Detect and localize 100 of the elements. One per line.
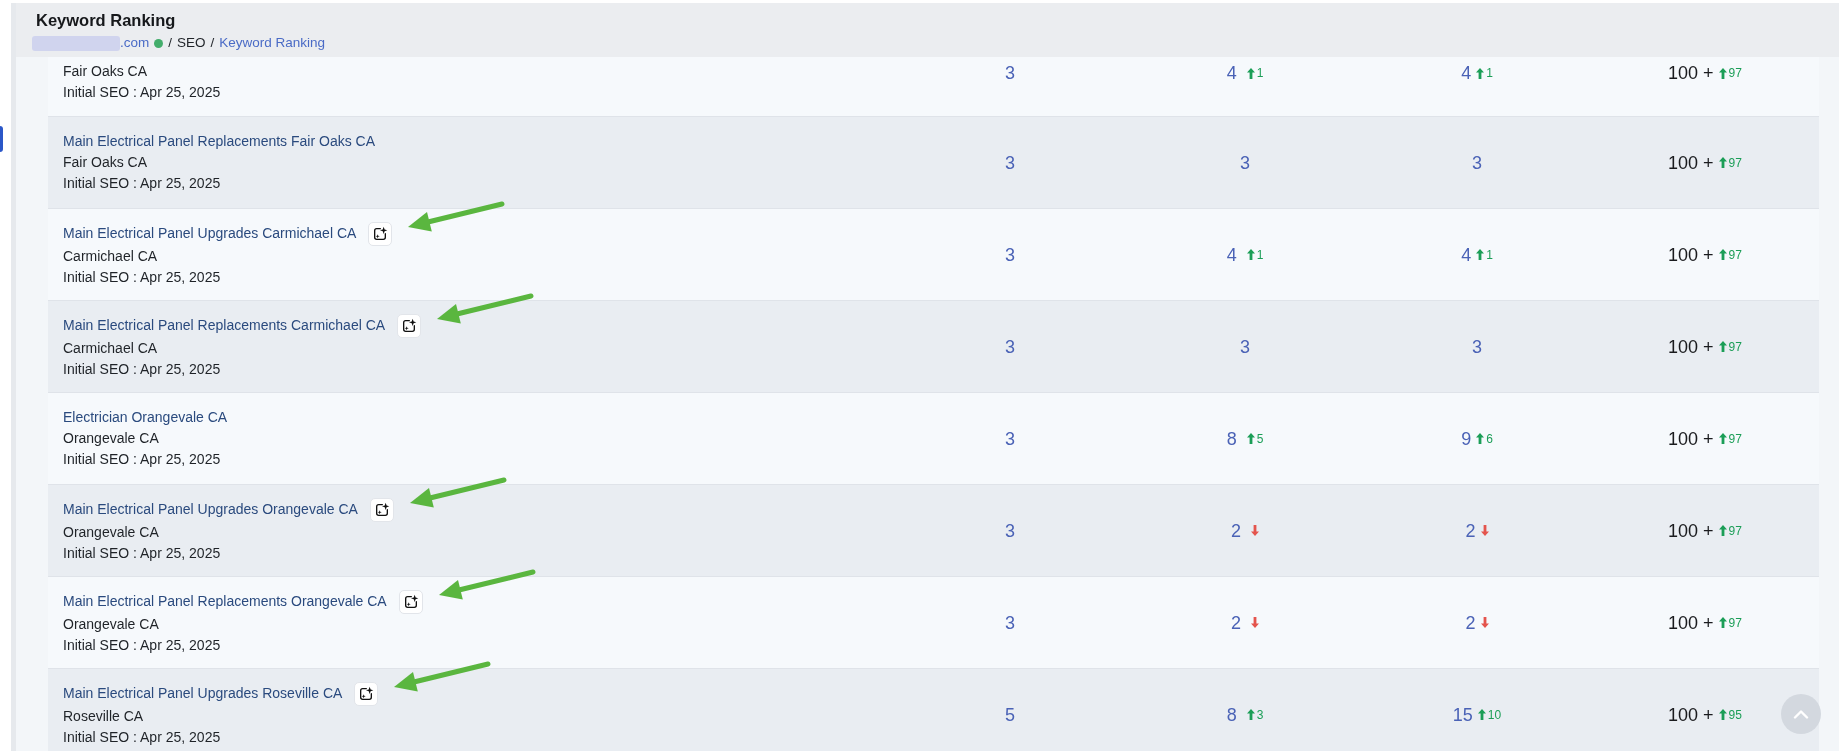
rank-value: 3 xyxy=(1005,427,1015,451)
rank-change: 6 xyxy=(1486,431,1493,446)
rank-change: 97 xyxy=(1728,155,1742,170)
rank-value: 100 + xyxy=(1668,427,1714,451)
rank-value: 15 xyxy=(1452,703,1473,727)
rank-change: 97 xyxy=(1728,339,1742,354)
rank-value: 2 xyxy=(1231,611,1241,635)
rank-value: 3 xyxy=(1005,62,1015,85)
keyword-link[interactable]: Main Electrical Panel Replacements Orangevale CA xyxy=(63,591,387,612)
rank-value: 4 xyxy=(1461,62,1472,85)
breadcrumb-separator: / xyxy=(210,34,215,52)
rank-value: 100 + xyxy=(1668,703,1714,727)
arrow-up-icon xyxy=(1718,67,1727,79)
ai-sparkle-button[interactable] xyxy=(397,313,422,338)
rank-change: 1 xyxy=(1486,247,1493,262)
arrow-up-icon xyxy=(1718,617,1727,628)
arrow-up-icon xyxy=(1246,709,1255,720)
arrow-up-icon xyxy=(1718,709,1727,720)
arrow-down-icon xyxy=(1480,525,1489,536)
initial-seo-date: Initial SEO : Apr 25, 2025 xyxy=(63,267,222,287)
keyword-link[interactable]: Main Electrical Panel Upgrades Orangevale CA xyxy=(63,499,358,520)
initial-seo-date: Initial SEO : Apr 25, 2025 xyxy=(63,83,222,102)
sparkle-icon xyxy=(401,317,418,334)
initial-seo-date: Initial SEO : Apr 25, 2025 xyxy=(63,635,222,655)
page-title: Keyword Ranking xyxy=(36,10,177,31)
rank-change: 97 xyxy=(1728,615,1742,630)
rank-value: 9 xyxy=(1461,427,1472,451)
sparkle-icon xyxy=(373,501,390,518)
arrow-down-icon xyxy=(1251,525,1259,536)
sparkle-icon xyxy=(372,225,389,242)
rank-value: 3 xyxy=(1005,519,1015,543)
rank-value: 100 + xyxy=(1668,151,1714,175)
rank-value: 3 xyxy=(1005,335,1015,359)
rank-value: 5 xyxy=(1005,703,1015,727)
rank-change: 97 xyxy=(1728,431,1742,446)
initial-seo-date: Initial SEO : Apr 25, 2025 xyxy=(63,727,222,747)
keyword-link[interactable]: Main Electrical Panel Upgrades Carmichael CA xyxy=(63,223,357,244)
rank-value: 3 xyxy=(1472,335,1482,359)
rank-value: 2 xyxy=(1465,519,1476,543)
arrow-up-icon xyxy=(1718,157,1727,168)
breadcrumb-link[interactable]: .com xyxy=(120,34,150,52)
rank-change: 5 xyxy=(1256,431,1264,446)
keyword-link[interactable]: Electrician Orangevale CA xyxy=(63,407,228,428)
rank-value: 3 xyxy=(1472,151,1482,175)
rank-value: 100 + xyxy=(1668,519,1714,543)
rank-value: 3 xyxy=(1005,243,1015,267)
arrow-up-icon xyxy=(1246,67,1255,79)
rank-change: 10 xyxy=(1487,707,1502,722)
keyword-link[interactable]: Main Electrical Panel Upgrades Roseville CA xyxy=(63,683,343,704)
rank-value: 3 xyxy=(1005,151,1015,175)
arrow-up-icon xyxy=(1718,525,1727,536)
location-text: Orangevale CA xyxy=(63,614,160,634)
rank-value: 100 + xyxy=(1668,243,1714,267)
rank-value: 100 + xyxy=(1668,62,1714,85)
initial-seo-date: Initial SEO : Apr 25, 2025 xyxy=(63,359,222,379)
arrow-up-icon xyxy=(1476,67,1485,79)
rank-value: 4 xyxy=(1226,243,1237,267)
rank-change: 3 xyxy=(1256,707,1264,722)
rank-value: 3 xyxy=(1240,335,1250,359)
ai-sparkle-button[interactable] xyxy=(368,221,393,246)
rank-change: 97 xyxy=(1728,247,1742,262)
arrow-up-icon xyxy=(1476,249,1485,260)
location-text: Fair Oaks CA xyxy=(63,62,148,81)
arrow-up-icon xyxy=(1246,433,1255,444)
arrow-up-icon xyxy=(1246,249,1255,260)
rank-value: 4 xyxy=(1226,62,1237,85)
arrow-up-icon xyxy=(1718,341,1727,352)
chevron-up-icon xyxy=(1793,709,1809,719)
rank-value: 100 + xyxy=(1668,335,1714,359)
rank-value: 3 xyxy=(1240,151,1250,175)
rank-value: 100 + xyxy=(1668,611,1714,635)
rank-value: 2 xyxy=(1231,519,1241,543)
sparkle-icon xyxy=(402,593,419,610)
breadcrumb-link[interactable]: Keyword Ranking xyxy=(219,34,326,52)
arrow-down-icon xyxy=(1251,617,1259,628)
rank-change: 97 xyxy=(1728,66,1742,80)
ai-sparkle-button[interactable] xyxy=(354,681,379,706)
arrow-up-icon xyxy=(1718,433,1727,444)
rank-change: 1 xyxy=(1256,66,1264,80)
initial-seo-date: Initial SEO : Apr 25, 2025 xyxy=(63,174,222,193)
sparkle-icon xyxy=(358,685,375,702)
rank-value: 8 xyxy=(1226,703,1237,727)
arrow-up-icon xyxy=(1718,249,1727,260)
rank-value: 4 xyxy=(1461,243,1472,267)
arrow-up-icon xyxy=(1476,433,1485,444)
location-text: Carmichael CA xyxy=(63,338,159,358)
rank-value: 2 xyxy=(1465,611,1476,635)
location-text: Roseville CA xyxy=(63,706,145,726)
ai-sparkle-button[interactable] xyxy=(369,497,394,522)
rank-change: 97 xyxy=(1728,523,1742,538)
location-text: Carmichael CA xyxy=(63,246,159,266)
rank-value: 8 xyxy=(1226,427,1237,451)
rank-change: 1 xyxy=(1486,66,1493,80)
keyword-link[interactable]: Main Electrical Panel Replacements Carmichael CA xyxy=(63,315,386,336)
keyword-link[interactable]: Main Electrical Panel Replacements Fair Oaks CA xyxy=(63,131,375,152)
arrow-down-icon xyxy=(1480,617,1489,628)
rank-change: 95 xyxy=(1728,707,1742,722)
ai-sparkle-button[interactable] xyxy=(398,589,423,614)
rank-value: 3 xyxy=(1005,611,1015,635)
location-text: Orangevale CA xyxy=(63,522,160,542)
